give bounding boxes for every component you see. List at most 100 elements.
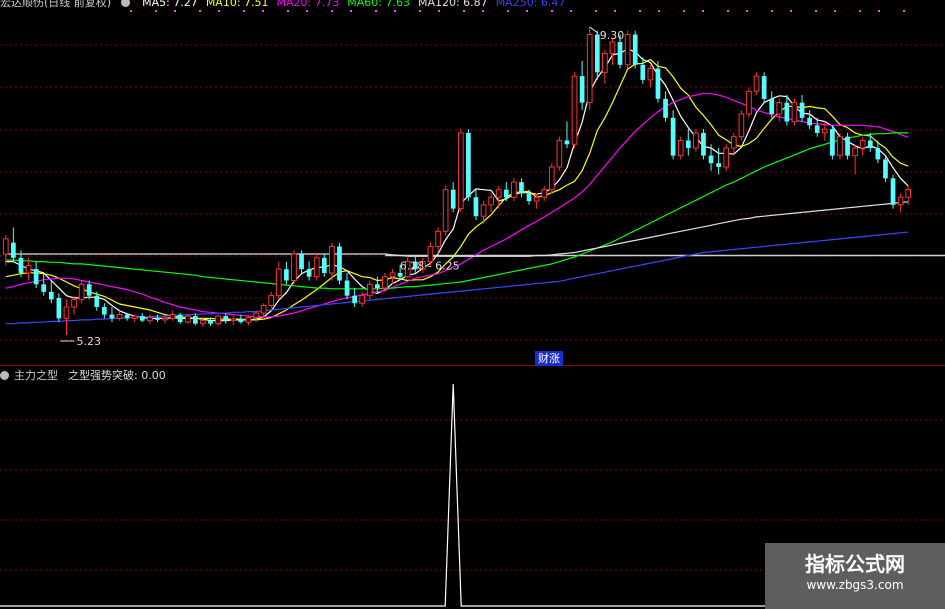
candle-body <box>693 132 699 149</box>
candle <box>511 178 517 202</box>
candle-body <box>162 317 168 321</box>
candle <box>102 303 107 319</box>
top-marker <box>727 10 729 12</box>
candle-body <box>457 132 464 210</box>
candle-body <box>193 316 198 324</box>
candle <box>2 235 9 266</box>
candle <box>571 72 578 149</box>
candle-body <box>284 269 289 281</box>
candle-body <box>730 136 737 149</box>
top-marker <box>815 10 817 12</box>
top-marker <box>639 10 641 12</box>
event-badge[interactable]: 财涨 <box>535 351 563 366</box>
ma-line-ma5 <box>5 48 909 322</box>
candle <box>548 163 555 194</box>
ma-legend-item: MA5: 7.27 <box>142 0 198 9</box>
candle-body <box>389 272 396 278</box>
candle <box>640 57 646 84</box>
candle <box>776 98 783 122</box>
top-marker <box>878 10 880 12</box>
watermark-url: www.zbgs3.com <box>806 578 904 592</box>
watermark: 指标公式网 www.zbgs3.com <box>765 543 945 609</box>
settings-icon[interactable] <box>121 0 131 7</box>
candle <box>609 38 616 65</box>
ma-legend-item: MA10: 7.51 <box>205 0 269 9</box>
candle <box>63 299 70 336</box>
candle-body <box>329 245 335 274</box>
candle <box>859 136 866 156</box>
top-marker <box>859 10 861 12</box>
candle-body <box>830 129 835 156</box>
candle <box>109 307 115 323</box>
top-marker <box>551 10 553 12</box>
candle-body <box>344 280 350 296</box>
candle-body <box>102 307 107 315</box>
candle-body <box>883 159 888 179</box>
candle-body <box>511 181 517 198</box>
candle-body <box>397 272 403 277</box>
candle-body <box>306 269 312 277</box>
candle <box>223 313 229 324</box>
candle-body <box>238 319 244 323</box>
candle-body <box>48 291 54 300</box>
candle-body <box>905 189 912 198</box>
candle-body <box>837 136 843 157</box>
candle <box>41 272 47 296</box>
candle <box>746 87 752 118</box>
candle-body <box>2 238 9 255</box>
candle <box>147 314 153 324</box>
top-marker <box>658 10 660 12</box>
top-marker <box>570 10 572 12</box>
candle <box>48 280 54 304</box>
candle <box>883 155 888 183</box>
ma-legend-item: MA120: 6.87 <box>417 0 488 9</box>
candle <box>275 261 282 300</box>
candle <box>177 313 183 324</box>
candle-body <box>548 166 555 191</box>
candle-body <box>701 132 706 156</box>
candle-body <box>769 98 775 114</box>
candle-body <box>155 317 160 320</box>
candle-body <box>845 136 850 156</box>
candle <box>33 261 39 289</box>
candle-body <box>177 314 183 323</box>
candle-body <box>18 257 24 273</box>
top-marker <box>306 10 308 12</box>
candle-body <box>753 75 760 92</box>
ma-line-ma20 <box>5 92 909 318</box>
candle <box>897 193 904 213</box>
candle <box>541 185 548 202</box>
top-marker <box>419 10 421 12</box>
candle <box>495 185 502 209</box>
candle-body <box>41 284 47 292</box>
candle-body <box>299 254 304 270</box>
indicator-name[interactable]: 主力之型 <box>14 367 58 383</box>
candle <box>450 182 456 213</box>
candle <box>473 189 479 220</box>
candle <box>291 250 297 285</box>
candle-body <box>313 257 320 278</box>
top-marker <box>199 10 201 12</box>
top-marker <box>903 10 905 12</box>
candle-body <box>632 34 638 65</box>
candle <box>586 26 593 111</box>
indicator-settings-icon[interactable] <box>0 370 9 380</box>
candle <box>321 254 327 277</box>
top-marker <box>262 10 264 12</box>
top-marker <box>130 10 132 12</box>
candle <box>230 316 237 326</box>
candle <box>139 313 145 323</box>
ma-legend-item: MA60: 7.63 <box>347 0 410 9</box>
candle-body <box>359 295 366 304</box>
candle <box>647 64 654 88</box>
candle-body <box>230 318 237 322</box>
annotation-range: 6.28 - 6.25 <box>400 260 460 273</box>
top-marker <box>155 10 157 12</box>
top-marker <box>375 10 377 12</box>
candle-body <box>519 182 524 194</box>
candle <box>602 49 608 84</box>
candle <box>632 30 638 69</box>
top-marker <box>834 10 836 12</box>
top-marker <box>507 10 509 12</box>
price-annotations: 9.30 5.23 6.28 - 6.25 <box>60 26 624 348</box>
